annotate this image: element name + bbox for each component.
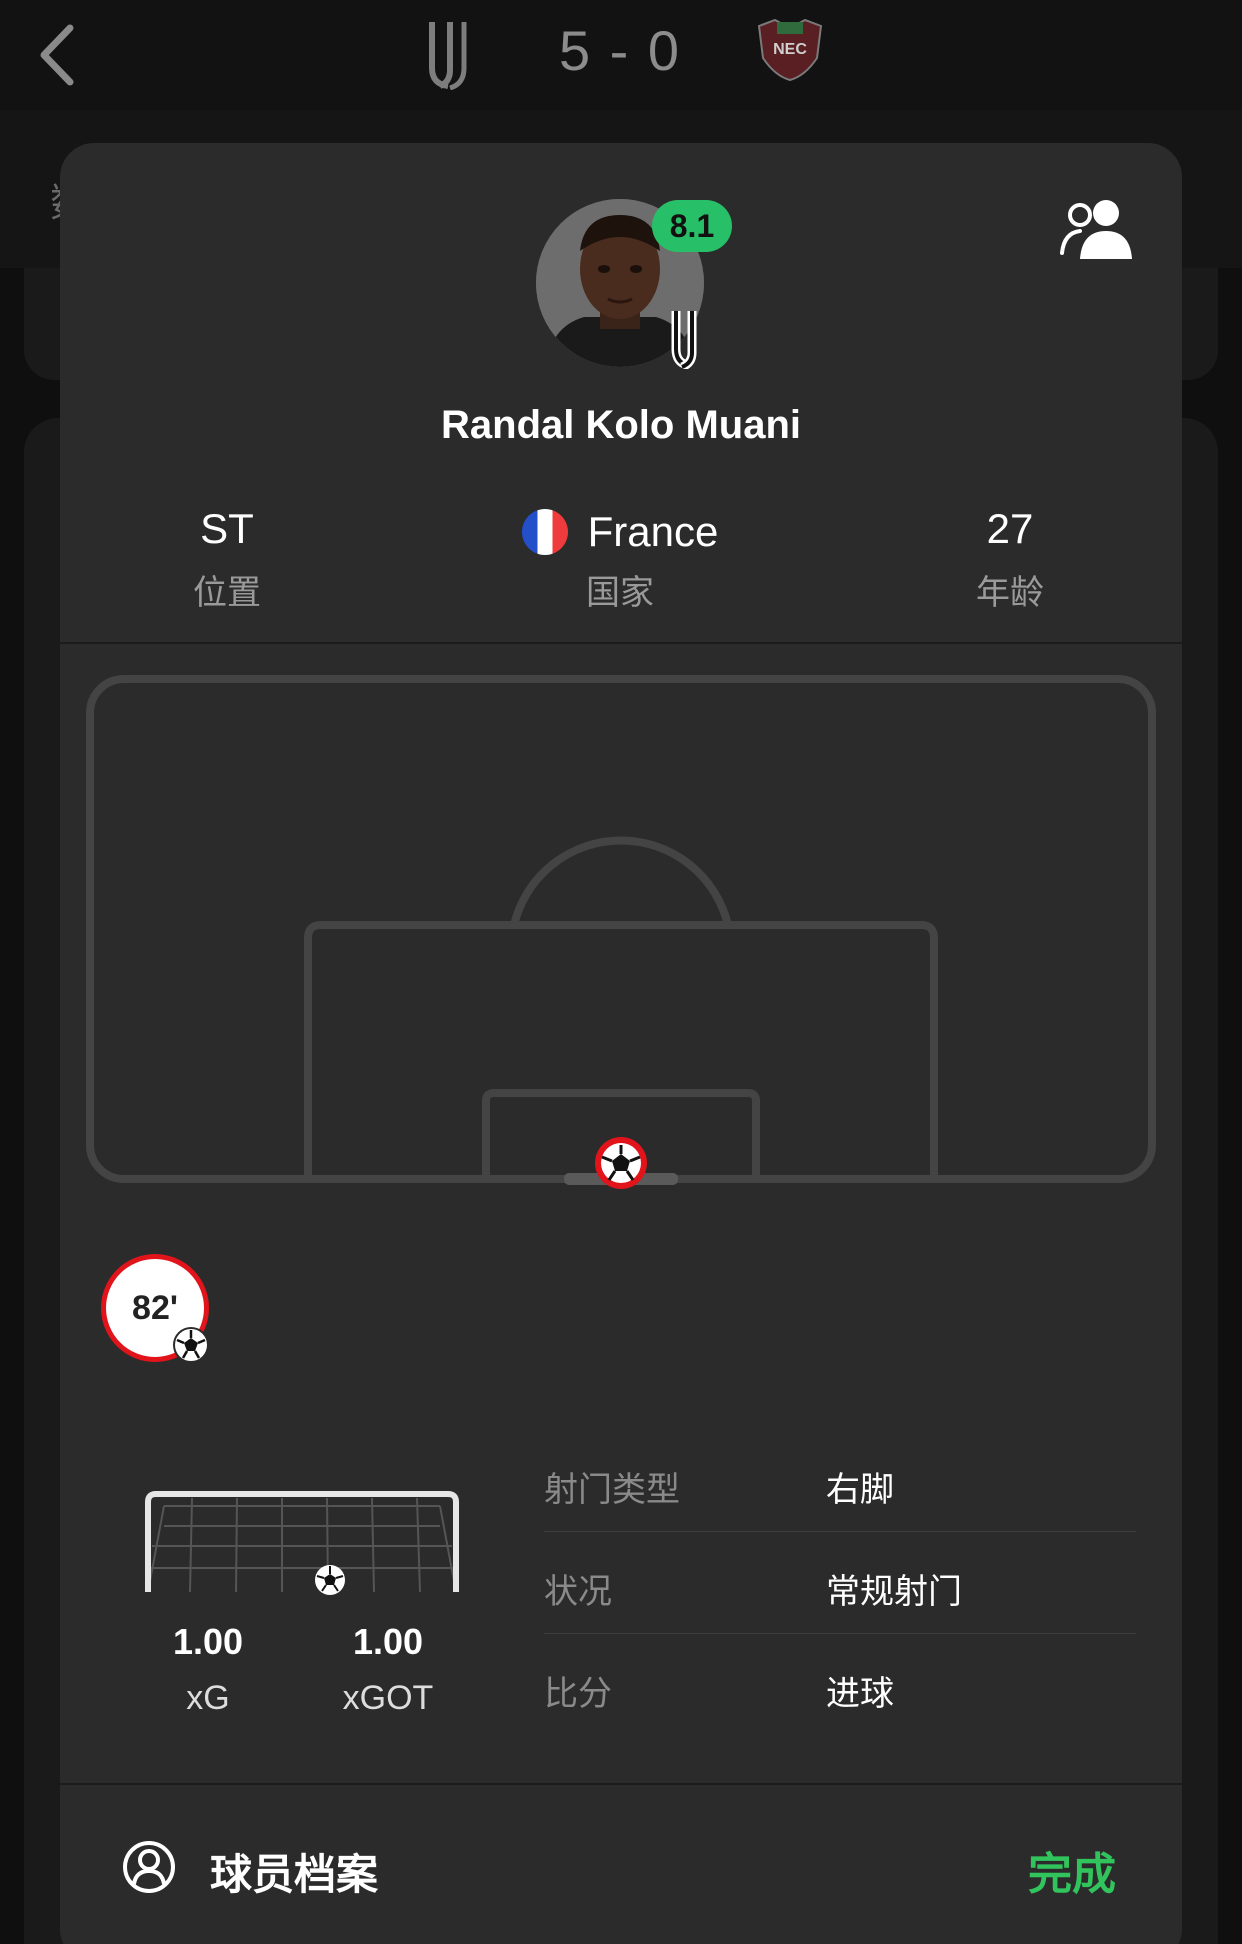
france-flag-icon: [521, 508, 568, 555]
shot-detail-key: 比分: [544, 1675, 612, 1713]
goal-posts: [145, 1491, 459, 1592]
row-divider: [544, 1531, 1136, 1532]
xgot-value: 1.00: [352, 1621, 424, 1662]
goal-net: [147, 1497, 457, 1593]
nation-info: France 国家: [470, 503, 770, 614]
nation-label: 国家: [586, 574, 654, 612]
nation-value: France: [587, 507, 719, 555]
match-score: 5 - 0: [558, 19, 682, 82]
nec-crest-icon[interactable]: NEC: [755, 18, 825, 82]
player-rating-badge: 8.1: [652, 200, 732, 252]
shot-detail-value: 右脚: [826, 1471, 894, 1509]
goal-frame-diagram: [145, 1491, 459, 1595]
shot-detail-key: 射门类型: [544, 1471, 680, 1509]
shot-detail-key: 状况: [544, 1573, 612, 1611]
row-divider: [544, 1633, 1136, 1634]
back-chevron-icon[interactable]: [30, 20, 90, 90]
soccer-ball-icon: [173, 1327, 209, 1363]
juventus-badge-icon: [671, 311, 697, 369]
age-info: 27 年龄: [860, 503, 1160, 614]
shot-map-pitch: [86, 675, 1156, 1189]
age-label: 年龄: [976, 574, 1044, 612]
player-profile-icon[interactable]: [1058, 195, 1138, 265]
position-info: ST 位置: [77, 503, 377, 614]
xg-metric: 1.00 xG: [128, 1621, 288, 1718]
match-header: 5 - 0 NEC: [0, 0, 1242, 110]
shot-detail-value: 常规射门: [826, 1573, 962, 1611]
xgot-label: xGOT: [342, 1679, 434, 1717]
position-label: 位置: [193, 574, 261, 612]
done-button[interactable]: 完成: [1028, 1838, 1116, 1902]
divider: [60, 642, 1182, 644]
shot-ball-marker: [595, 1137, 647, 1189]
player-name: Randal Kolo Muani: [441, 403, 801, 447]
xgot-metric: 1.00 xGOT: [308, 1621, 468, 1718]
xg-value: 1.00: [172, 1621, 244, 1662]
svg-text:NEC: NEC: [773, 41, 807, 58]
player-shot-sheet: 8.1 Randal Kolo Muani ST 位置 France 国家 27…: [60, 143, 1182, 1944]
xg-label: xG: [186, 1679, 230, 1717]
player-profile-link[interactable]: 球员档案: [210, 1841, 378, 1902]
shot-detail-row-situation: 状况 常规射门: [544, 1534, 1136, 1636]
divider: [60, 1783, 1182, 1785]
goal-ball-marker: [315, 1565, 345, 1595]
juventus-crest-icon[interactable]: [420, 18, 480, 90]
position-value: ST: [200, 505, 254, 552]
penalty-arc: [510, 836, 732, 926]
shot-detail-value: 进球: [826, 1675, 894, 1713]
player-profile-circle-icon[interactable]: [122, 1840, 176, 1894]
shot-detail-row-shot-type: 射门类型 右脚: [544, 1432, 1136, 1534]
age-value: 27: [986, 505, 1034, 552]
shot-detail-row-result: 比分 进球: [544, 1636, 1136, 1738]
